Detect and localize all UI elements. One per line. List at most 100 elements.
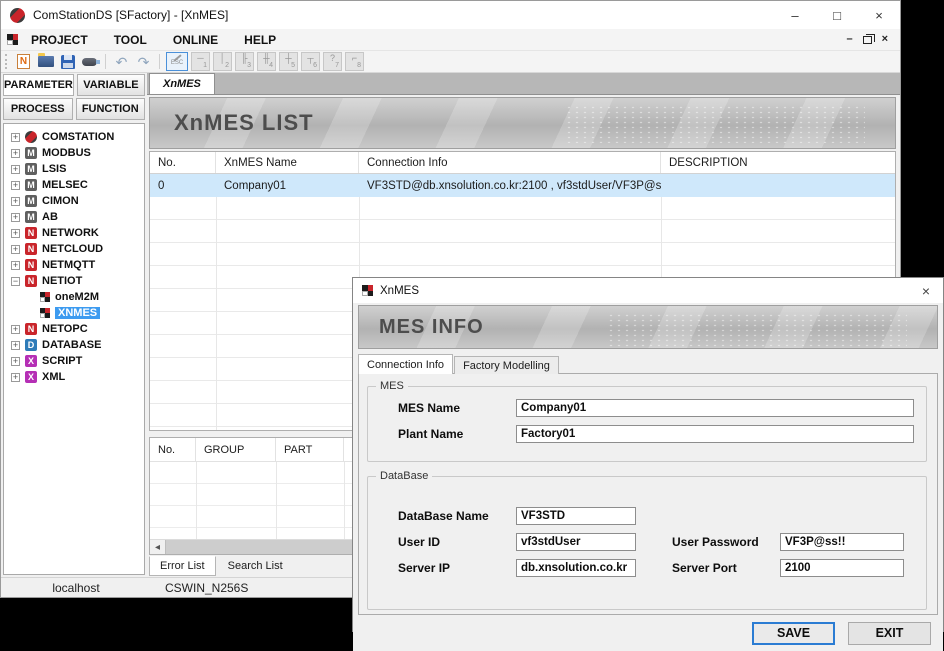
tree-item-onem2m[interactable]: oneM2M: [4, 289, 144, 305]
module-icon: M: [25, 163, 37, 175]
collapse-icon[interactable]: −: [11, 277, 20, 286]
tab-search-list[interactable]: Search List: [218, 557, 293, 575]
tool-5-number: 5: [291, 62, 295, 70]
tree-item-label: LSIS: [42, 163, 66, 175]
tree-item-netcloud[interactable]: + N NETCLOUD: [4, 241, 144, 257]
user-id-field[interactable]: [516, 533, 636, 551]
tab-connection-info[interactable]: Connection Info: [358, 354, 453, 374]
tab-parameter[interactable]: PARAMETER: [3, 74, 74, 96]
cell-description: [661, 174, 895, 197]
connection-info-page: MES MES Name Plant Name DataBase DataBas…: [358, 373, 938, 615]
expand-icon[interactable]: +: [11, 197, 20, 206]
database-groupbox: DataBase DataBase Name User ID User Pass…: [367, 476, 927, 610]
tree-item-netopc[interactable]: + N NETOPC: [4, 321, 144, 337]
open-file-button[interactable]: [36, 53, 55, 71]
column-header-name[interactable]: XnMES Name: [216, 152, 359, 173]
module-icon: M: [25, 179, 37, 191]
column-header-description[interactable]: DESCRIPTION: [661, 152, 895, 173]
dialog-button-bar: SAVE EXIT: [353, 615, 943, 651]
expand-icon[interactable]: +: [11, 181, 20, 190]
ladder-tool-1-button[interactable]: ─1: [191, 52, 210, 71]
tree-item-modbus[interactable]: + M MODBUS: [4, 145, 144, 161]
expand-icon[interactable]: +: [11, 133, 20, 142]
server-port-field[interactable]: [780, 559, 904, 577]
tree-item-netmqtt[interactable]: + N NETMQTT: [4, 257, 144, 273]
plant-name-label: Plant Name: [398, 427, 516, 441]
expand-icon[interactable]: +: [11, 213, 20, 222]
tree-item-script[interactable]: + X SCRIPT: [4, 353, 144, 369]
expand-icon[interactable]: +: [11, 229, 20, 238]
ladder-tool-2-button[interactable]: │2: [213, 52, 232, 71]
ladder-tool-5-button[interactable]: ┼5: [279, 52, 298, 71]
tree-item-ab[interactable]: + M AB: [4, 209, 144, 225]
menu-online[interactable]: ONLINE: [160, 33, 231, 47]
tree-item-xml[interactable]: + X XML: [4, 369, 144, 385]
exit-button[interactable]: EXIT: [848, 622, 931, 645]
expand-icon[interactable]: +: [11, 373, 20, 382]
mdi-minimize-icon[interactable]: –: [846, 34, 852, 45]
table-header: No. XnMES Name Connection Info DESCRIPTI…: [150, 152, 895, 174]
dialog-close-icon[interactable]: ×: [909, 278, 943, 303]
tree-item-cimon[interactable]: + M CIMON: [4, 193, 144, 209]
banner-pattern: [607, 313, 907, 349]
column-header-group[interactable]: GROUP: [196, 438, 276, 461]
mes-group-label: MES: [376, 380, 408, 392]
xml-icon: X: [25, 371, 37, 383]
tree-item-melsec[interactable]: + M MELSEC: [4, 177, 144, 193]
tree-item-database[interactable]: + D DATABASE: [4, 337, 144, 353]
menu-help[interactable]: HELP: [231, 33, 289, 47]
tree-item-comstation[interactable]: + COMSTATION: [4, 129, 144, 145]
menu-tool[interactable]: TOOL: [101, 33, 160, 47]
ladder-tool-6-button[interactable]: ┬6: [301, 52, 320, 71]
redo-button[interactable]: ↷: [134, 53, 153, 71]
tree-item-xnmes[interactable]: XNMES: [4, 305, 144, 321]
new-file-button[interactable]: N: [14, 53, 33, 71]
mdi-restore-icon[interactable]: [863, 36, 872, 44]
plant-name-field[interactable]: [516, 425, 914, 443]
function-button[interactable]: FUNCTION: [76, 98, 146, 120]
column-header-no[interactable]: No.: [150, 438, 196, 461]
esc-tool-button[interactable]: ESC: [166, 52, 188, 71]
database-name-field[interactable]: [516, 507, 636, 525]
expand-icon[interactable]: +: [11, 341, 20, 350]
column-header-connection[interactable]: Connection Info: [359, 152, 661, 173]
scroll-left-icon[interactable]: ◂: [150, 540, 165, 554]
tool-3-number: 3: [247, 62, 251, 70]
expand-icon[interactable]: +: [11, 261, 20, 270]
tab-variable[interactable]: VARIABLE: [77, 74, 145, 96]
mdi-close-icon[interactable]: ×: [882, 34, 888, 45]
minimize-icon[interactable]: –: [774, 1, 816, 29]
network-icon: N: [25, 259, 37, 271]
tree-item-network[interactable]: + N NETWORK: [4, 225, 144, 241]
close-icon[interactable]: ×: [858, 1, 900, 29]
database-group-label: DataBase: [376, 470, 432, 482]
ladder-tool-4-button[interactable]: ╫4: [257, 52, 276, 71]
expand-icon[interactable]: +: [11, 149, 20, 158]
tree-item-lsis[interactable]: + M LSIS: [4, 161, 144, 177]
connect-button[interactable]: [80, 53, 99, 71]
ladder-tool-8-button[interactable]: ⌐8: [345, 52, 364, 71]
menu-project[interactable]: PROJECT: [18, 33, 101, 47]
maximize-icon[interactable]: □: [816, 1, 858, 29]
undo-button[interactable]: ↶: [112, 53, 131, 71]
save-button[interactable]: [58, 53, 77, 71]
mes-name-field[interactable]: [516, 399, 914, 417]
expand-icon[interactable]: +: [11, 357, 20, 366]
tab-error-list[interactable]: Error List: [149, 556, 216, 576]
server-ip-field[interactable]: [516, 559, 636, 577]
process-button[interactable]: PROCESS: [3, 98, 73, 120]
table-row[interactable]: 0 Company01 VF3STD@db.xnsolution.co.kr:2…: [150, 174, 895, 197]
column-header-part[interactable]: PART: [276, 438, 344, 461]
tree-item-label: XNMES: [55, 307, 100, 319]
expand-icon[interactable]: +: [11, 325, 20, 334]
tab-factory-modelling[interactable]: Factory Modelling: [454, 356, 559, 374]
user-password-field[interactable]: [780, 533, 904, 551]
expand-icon[interactable]: +: [11, 165, 20, 174]
expand-icon[interactable]: +: [11, 245, 20, 254]
tree-item-netiot[interactable]: − N NETIOT: [4, 273, 144, 289]
ladder-tool-3-button[interactable]: ╟3: [235, 52, 254, 71]
tab-xnmes-document[interactable]: XnMES: [149, 73, 215, 94]
column-header-no[interactable]: No.: [150, 152, 216, 173]
ladder-tool-7-button[interactable]: ?7: [323, 52, 342, 71]
save-button[interactable]: SAVE: [752, 622, 835, 645]
